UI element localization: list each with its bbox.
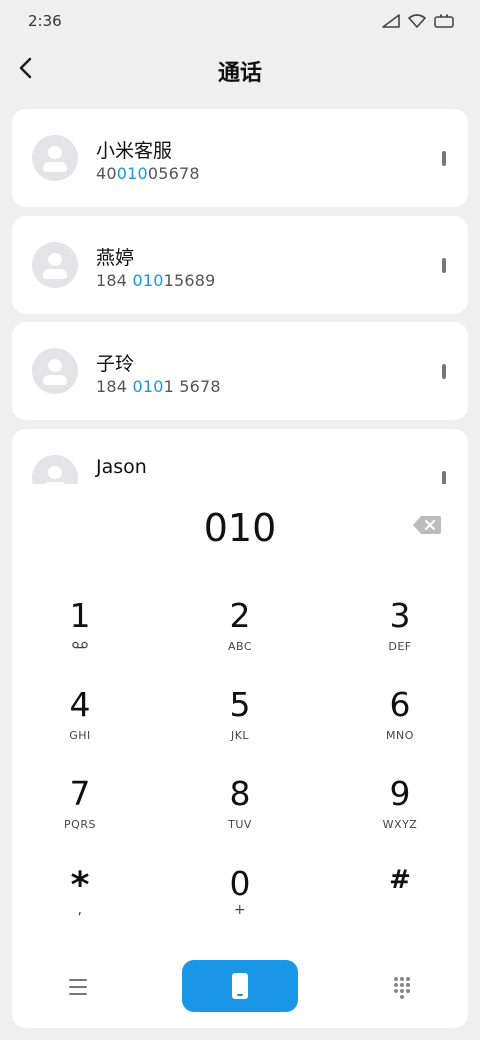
dial-key-9[interactable]: 9 WXYZ [340, 774, 460, 854]
contact-card[interactable]: 子玲 184 0101 5678 [12, 322, 468, 420]
drag-handle-icon [442, 364, 446, 379]
status-icons [382, 14, 454, 28]
drag-handle-icon [442, 151, 446, 166]
menu-button[interactable] [60, 972, 96, 1002]
number-match-highlight: 010 [132, 377, 164, 396]
number-match-highlight: 010 [132, 271, 164, 290]
keypad-icon [394, 977, 410, 999]
battery-icon [434, 14, 454, 28]
status-time: 2:36 [28, 12, 62, 30]
dial-key-0[interactable]: 0 + [180, 864, 300, 944]
phone-icon [232, 973, 248, 999]
dialer-panel: 010 1 2 ABC 3 DEF 4 GHI 5 JKL 6 MNO 7 PQ… [12, 484, 468, 1028]
dial-key-8[interactable]: 8 TUV [180, 774, 300, 854]
avatar [32, 348, 78, 394]
drag-handle-icon [442, 258, 446, 273]
wifi-icon [408, 14, 426, 28]
dial-key-hash[interactable]: # [340, 864, 460, 944]
contact-name: 燕婷 [96, 247, 135, 269]
dialed-number: 010 [203, 506, 277, 550]
drag-handle-icon [442, 471, 446, 484]
signal-icon [382, 14, 400, 28]
dial-key-2[interactable]: 2 ABC [180, 596, 300, 676]
contact-name: Jason [96, 456, 147, 478]
contact-name: 子玲 [96, 353, 135, 375]
contact-card[interactable]: Jason [12, 429, 468, 484]
keypad-toggle-button[interactable] [384, 974, 420, 1004]
dial-key-7[interactable]: 7 PQRS [20, 774, 140, 854]
contact-card[interactable]: 燕婷 184 01015689 [12, 216, 468, 314]
avatar [32, 135, 78, 181]
avatar [32, 242, 78, 288]
contact-number: 4001005678 [96, 164, 200, 183]
contact-number: 184 0101 5678 [96, 377, 221, 396]
page-title: 通话 [217, 61, 262, 86]
number-match-highlight: 010 [116, 164, 148, 183]
dial-key-3[interactable]: 3 DEF [340, 596, 460, 676]
dial-key-6[interactable]: 6 MNO [340, 685, 460, 765]
backspace-button[interactable] [412, 514, 442, 536]
dial-key-5[interactable]: 5 JKL [180, 685, 300, 765]
contact-name: 小米客服 [96, 140, 173, 162]
contact-number: 184 01015689 [96, 271, 216, 290]
dial-key-4[interactable]: 4 GHI [20, 685, 140, 765]
backspace-icon [413, 516, 441, 534]
dial-key-1[interactable]: 1 [20, 596, 140, 676]
header: 通话 [0, 44, 480, 100]
call-button[interactable] [182, 960, 298, 1012]
contact-card[interactable]: 小米客服 4001005678 [12, 109, 468, 207]
dial-key-star[interactable]: * , [20, 864, 140, 944]
status-bar: 2:36 [0, 0, 480, 44]
voicemail-icon [72, 641, 88, 649]
avatar [32, 455, 78, 484]
menu-icon [69, 979, 87, 981]
